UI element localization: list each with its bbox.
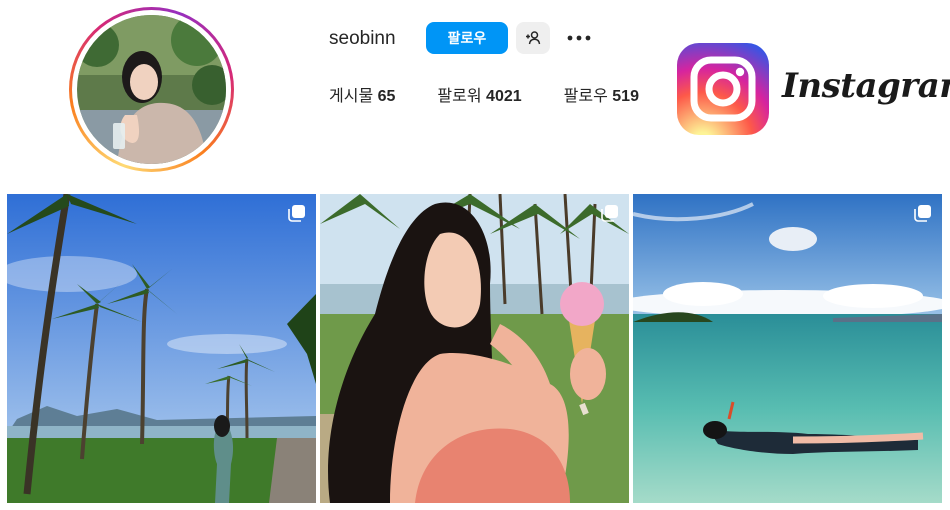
post-tile-3[interactable]	[633, 194, 942, 503]
carousel-icon	[914, 205, 931, 222]
stat-value: 4021	[486, 88, 522, 105]
profile-stats: 게시물 65 팔로워 4021 팔로우 519	[329, 82, 681, 106]
avatar[interactable]	[77, 15, 226, 164]
stat-followers[interactable]: 팔로워 4021	[437, 82, 521, 106]
avatar-photo	[77, 15, 226, 164]
person-add-icon	[526, 31, 541, 45]
post-image	[320, 194, 629, 503]
post-image	[633, 194, 942, 503]
stat-following[interactable]: 팔로우 519	[564, 82, 639, 106]
instagram-logo-icon	[677, 43, 769, 135]
ellipsis-icon	[567, 35, 591, 41]
stat-value: 519	[612, 88, 639, 105]
story-ring[interactable]	[69, 7, 234, 172]
stat-label: 팔로우	[563, 88, 608, 105]
stat-value: 65	[377, 88, 396, 105]
stat-label: 게시물	[329, 88, 374, 105]
more-options-button[interactable]	[563, 22, 595, 54]
instagram-wordmark: Instagram	[782, 66, 950, 106]
follow-button[interactable]: 팔로우	[426, 22, 508, 54]
suggest-user-button[interactable]	[516, 22, 550, 54]
stat-posts[interactable]: 게시물 65	[329, 82, 395, 106]
stat-label: 팔로워	[437, 88, 482, 105]
post-tile-2[interactable]	[320, 194, 629, 503]
username: seobinn	[329, 28, 396, 49]
carousel-icon	[601, 205, 618, 222]
carousel-icon	[288, 205, 305, 222]
post-tile-1[interactable]	[7, 194, 316, 503]
post-image	[7, 194, 316, 503]
